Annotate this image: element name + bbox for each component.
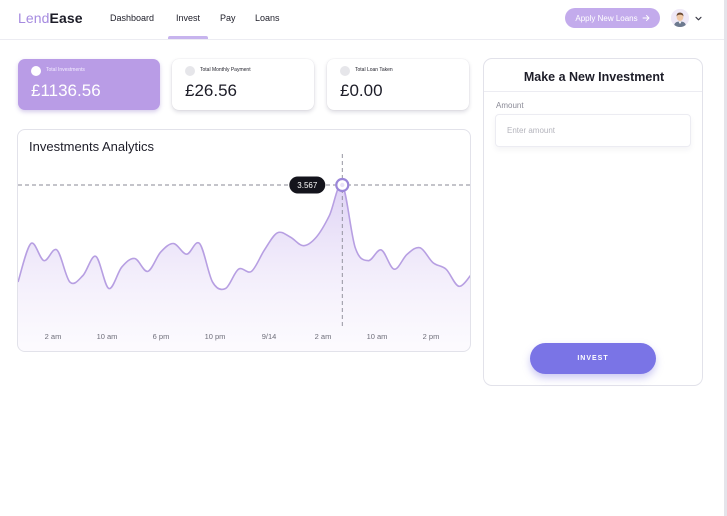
stat-indicator-dot bbox=[185, 66, 195, 76]
stat-card-total-monthly-payment[interactable]: Total Monthly Payment £26.56 bbox=[172, 59, 314, 110]
stat-label: Total Investments bbox=[46, 67, 85, 73]
chart-x-tick-label: 6 pm bbox=[153, 332, 170, 341]
chart-highlight-point-center bbox=[340, 182, 345, 188]
apply-new-loans-button[interactable]: Apply New Loans bbox=[565, 8, 660, 28]
arrow-right-icon bbox=[642, 15, 650, 21]
chart-area-fill bbox=[18, 184, 470, 351]
chart-x-tick-label: 2 pm bbox=[423, 332, 440, 341]
nav-item-dashboard[interactable]: Dashboard bbox=[110, 13, 154, 23]
new-investment-panel: Make a New Investment Amount INVEST bbox=[483, 58, 703, 386]
nav-item-invest[interactable]: Invest bbox=[176, 13, 200, 23]
stat-label: Total Monthly Payment bbox=[200, 67, 251, 73]
active-nav-indicator bbox=[168, 36, 208, 39]
nav-item-pay[interactable]: Pay bbox=[220, 13, 236, 23]
apply-new-loans-label: Apply New Loans bbox=[575, 13, 638, 23]
stat-value: £1136.56 bbox=[31, 81, 101, 100]
invest-button[interactable]: INVEST bbox=[530, 343, 656, 374]
nav-item-loans[interactable]: Loans bbox=[255, 13, 280, 23]
brand-logo[interactable]: LendEase bbox=[18, 10, 83, 26]
new-investment-title: Make a New Investment bbox=[523, 70, 665, 84]
chart-x-tick-label: 2 am bbox=[315, 332, 332, 341]
amount-input[interactable] bbox=[495, 114, 691, 147]
stat-indicator-dot bbox=[31, 66, 41, 76]
stat-indicator-dot bbox=[340, 66, 350, 76]
chart-x-tick-label: 9/14 bbox=[262, 332, 277, 341]
chart-x-tick-label: 2 am bbox=[45, 332, 62, 341]
investments-analytics-card: Investments Analytics 2 am 10 am 6 pm 10 pm… bbox=[17, 129, 471, 352]
stat-value: £0.00 bbox=[340, 81, 383, 100]
stat-card-total-investments[interactable]: Total Investments £1136.56 bbox=[18, 59, 160, 110]
chart-x-tick-label: 10 am bbox=[97, 332, 118, 341]
divider bbox=[484, 91, 702, 92]
user-avatar[interactable] bbox=[671, 9, 689, 27]
stat-label: Total Loan Taken bbox=[355, 67, 393, 73]
stat-card-total-loan-taken[interactable]: Total Loan Taken £0.00 bbox=[327, 59, 469, 110]
amount-label: Amount bbox=[496, 101, 524, 110]
stat-value: £26.56 bbox=[185, 81, 237, 100]
avatar-illustration bbox=[671, 9, 689, 27]
chart-tooltip-value: 3.567 bbox=[297, 181, 318, 190]
chart-x-tick-label: 10 am bbox=[367, 332, 388, 341]
chevron-down-icon[interactable] bbox=[694, 14, 703, 23]
chart-x-tick-label: 10 pm bbox=[205, 332, 226, 341]
top-navigation-bar: LendEase Dashboard Invest Pay Loans Appl… bbox=[0, 0, 724, 40]
investments-chart[interactable]: 2 am 10 am 6 pm 10 pm 9/14 2 am 10 am 2 pm 3.56… bbox=[18, 130, 471, 352]
